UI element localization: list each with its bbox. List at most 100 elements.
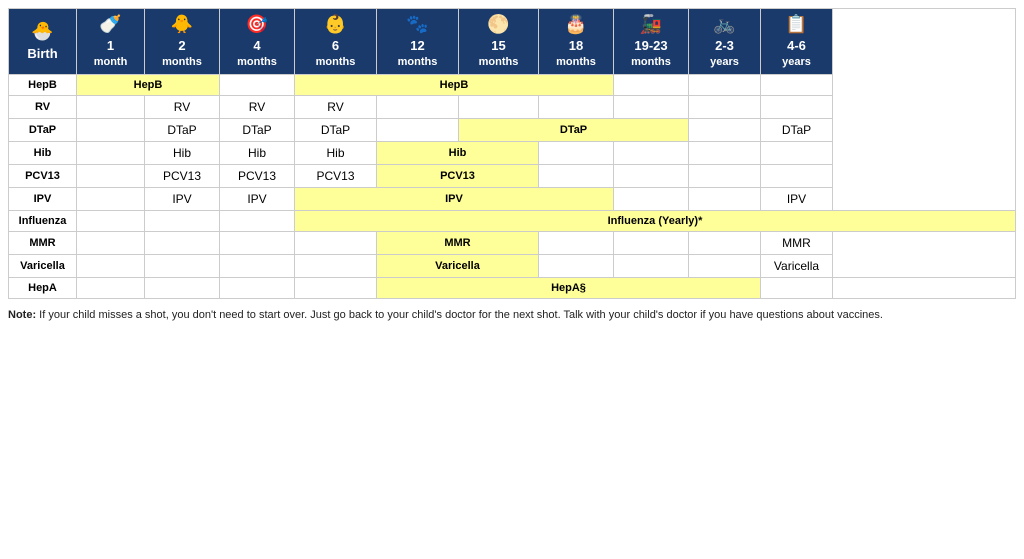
header-6months: 👶 6 months	[295, 9, 377, 75]
pcv-empty5	[761, 164, 833, 187]
hepa-empty4	[295, 277, 377, 298]
vaccine-hepa-label: HepA	[9, 277, 77, 298]
18months-label: months	[541, 55, 611, 69]
2months-label: months	[147, 55, 217, 69]
6months-label: months	[297, 55, 374, 69]
4months-label: months	[222, 55, 292, 69]
hepb-empty3	[689, 74, 761, 95]
pcv-booster: PCV13	[377, 164, 539, 187]
4months-num: 4	[222, 38, 292, 55]
dtap-booster: DTaP	[459, 118, 689, 141]
2months-icon: 🐥	[147, 13, 217, 36]
18months-icon: 🎂	[541, 13, 611, 36]
header-1923months: 🚂 19-23 months	[614, 9, 689, 75]
15months-icon: 🌕	[461, 13, 536, 36]
mmr-empty5	[539, 231, 614, 254]
vaccine-influenza-label: Influenza	[9, 210, 77, 231]
row-hepa: HepA HepA§	[9, 277, 1016, 298]
rv-empty6	[689, 95, 761, 118]
var-empty5	[539, 254, 614, 277]
6months-icon: 👶	[297, 13, 374, 36]
pcv-empty3	[614, 164, 689, 187]
hib-dose1: Hib	[145, 141, 220, 164]
hepa-empty5	[761, 277, 833, 298]
1month-num: 1	[79, 38, 142, 55]
dtap-dose3: DTaP	[295, 118, 377, 141]
birth-icon: 🐣	[11, 20, 74, 43]
vaccine-mmr-label: MMR	[9, 231, 77, 254]
2months-num: 2	[147, 38, 217, 55]
15months-num: 15	[461, 38, 536, 55]
var-dose1: Varicella	[377, 254, 539, 277]
hepa-empty6	[833, 277, 1016, 298]
hib-empty2	[539, 141, 614, 164]
dtap-empty3	[689, 118, 761, 141]
dtap-empty2	[377, 118, 459, 141]
header-2months: 🐥 2 months	[145, 9, 220, 75]
row-hib: Hib Hib Hib Hib Hib	[9, 141, 1016, 164]
pcv-dose3: PCV13	[295, 164, 377, 187]
flu-yearly: Influenza (Yearly)*	[295, 210, 1016, 231]
birth-label: Birth	[11, 46, 74, 63]
vaccine-hepb-label: HepB	[9, 74, 77, 95]
row-rv: RV RV RV RV	[9, 95, 1016, 118]
hib-booster: Hib	[377, 141, 539, 164]
pcv-empty2	[539, 164, 614, 187]
hib-empty5	[761, 141, 833, 164]
var-dose2: Varicella	[761, 254, 833, 277]
4months-icon: 🎯	[222, 13, 292, 36]
mmr-empty6	[614, 231, 689, 254]
ipv-dose3: IPV	[761, 187, 833, 210]
6months-num: 6	[297, 38, 374, 55]
46years-num: 4-6	[763, 38, 830, 55]
pcv-dose2: PCV13	[220, 164, 295, 187]
pcv-dose1: PCV13	[145, 164, 220, 187]
vaccine-ipv-label: IPV	[9, 187, 77, 210]
pcv-empty1	[77, 164, 145, 187]
var-empty6	[614, 254, 689, 277]
hib-dose2: Hib	[220, 141, 295, 164]
rv-empty1	[77, 95, 145, 118]
rv-dose3: RV	[295, 95, 377, 118]
note-text: Note: If your child misses a shot, you d…	[8, 307, 1016, 324]
rv-empty4	[539, 95, 614, 118]
mmr-empty2	[145, 231, 220, 254]
rv-dose2: RV	[220, 95, 295, 118]
ipv-dose2: IPV	[220, 187, 295, 210]
1month-icon: 🍼	[79, 13, 142, 36]
header-15months: 🌕 15 months	[459, 9, 539, 75]
row-pcv13: PCV13 PCV13 PCV13 PCV13 PCV13	[9, 164, 1016, 187]
hib-dose3: Hib	[295, 141, 377, 164]
vaccine-varicella-label: Varicella	[9, 254, 77, 277]
12months-num: 12	[379, 38, 456, 55]
var-empty7	[689, 254, 761, 277]
var-empty2	[145, 254, 220, 277]
rv-empty2	[377, 95, 459, 118]
header-46years: 📋 4-6 years	[761, 9, 833, 75]
mmr-dose1: MMR	[377, 231, 539, 254]
var-empty4	[295, 254, 377, 277]
15months-label: months	[461, 55, 536, 69]
pcv-empty4	[689, 164, 761, 187]
dtap-empty1	[77, 118, 145, 141]
rv-dose1: RV	[145, 95, 220, 118]
header-birth: 🐣 Birth	[9, 9, 77, 75]
flu-empty2	[145, 210, 220, 231]
hepb-dose2: HepB	[295, 74, 614, 95]
note-bold: Note:	[8, 309, 36, 321]
23years-num: 2-3	[691, 38, 758, 55]
hib-empty4	[689, 141, 761, 164]
rv-empty7	[761, 95, 833, 118]
1923months-label: months	[616, 55, 686, 69]
hib-empty3	[614, 141, 689, 164]
rv-empty5	[614, 95, 689, 118]
row-dtap: DTaP DTaP DTaP DTaP DTaP DTaP	[9, 118, 1016, 141]
var-empty1	[77, 254, 145, 277]
12months-label: months	[379, 55, 456, 69]
mmr-empty4	[295, 231, 377, 254]
hepa-empty1	[77, 277, 145, 298]
ipv-empty2	[614, 187, 689, 210]
hepb-empty1	[220, 74, 295, 95]
ipv-empty3	[689, 187, 761, 210]
23years-label: years	[691, 55, 758, 69]
